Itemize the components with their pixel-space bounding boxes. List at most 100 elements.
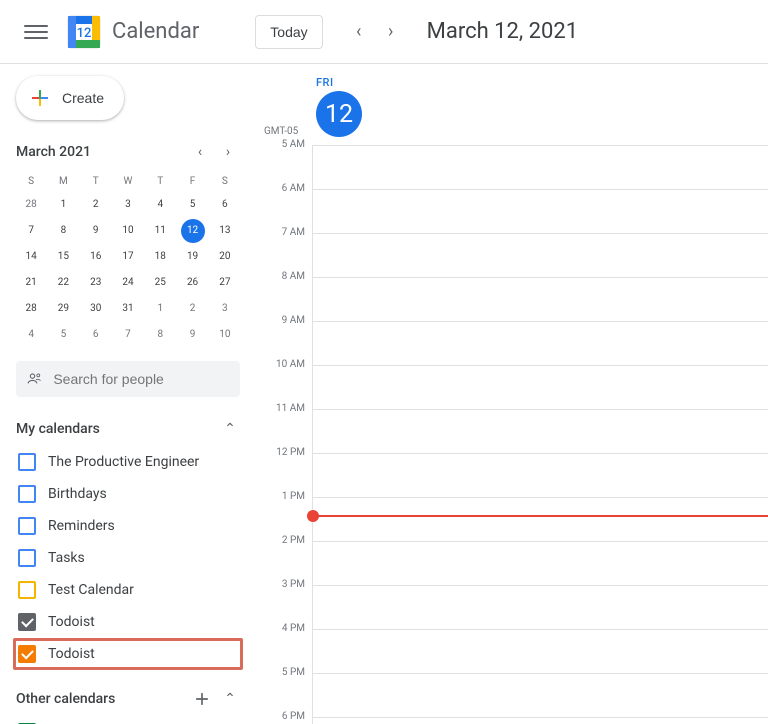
hour-row[interactable]: 10 AM [313, 365, 768, 409]
prev-period-button[interactable]: ‹ [343, 16, 375, 48]
mini-day[interactable]: 6 [84, 323, 108, 347]
hour-label: 7 AM [265, 227, 305, 238]
hour-row[interactable]: 5 PM [313, 673, 768, 717]
calendar-item[interactable]: Reminders [16, 513, 240, 539]
calendar-checkbox[interactable] [18, 645, 36, 663]
hour-label: 8 AM [265, 271, 305, 282]
mini-day[interactable]: 31 [116, 297, 140, 321]
hour-row[interactable]: 9 AM [313, 321, 768, 365]
calendar-label: Todoist [48, 614, 95, 630]
hour-row[interactable]: 8 AM [313, 277, 768, 321]
mini-day[interactable]: 7 [116, 323, 140, 347]
hour-row[interactable]: 12 PM [313, 453, 768, 497]
mini-next-month[interactable]: › [216, 140, 240, 164]
mini-day[interactable]: 2 [84, 193, 108, 217]
my-calendars-header[interactable]: My calendars ⌃ [16, 415, 240, 443]
mini-day[interactable]: 28 [19, 193, 43, 217]
current-date-title: March 12, 2021 [427, 19, 579, 44]
mini-day[interactable]: 18 [148, 245, 172, 269]
today-button[interactable]: Today [255, 15, 322, 49]
mini-day[interactable]: 16 [84, 245, 108, 269]
mini-day[interactable]: 10 [116, 219, 140, 243]
calendar-item[interactable]: Todoist [16, 609, 240, 635]
calendar-checkbox[interactable] [18, 453, 36, 471]
calendar-checkbox[interactable] [18, 581, 36, 599]
mini-day[interactable]: 3 [116, 193, 140, 217]
mini-day[interactable]: 23 [84, 271, 108, 295]
calendar-item[interactable]: Birthdays [16, 481, 240, 507]
mini-day[interactable]: 22 [51, 271, 75, 295]
calendar-label: Tasks [48, 550, 85, 566]
mini-day[interactable]: 15 [51, 245, 75, 269]
hour-row[interactable]: 5 AM [313, 145, 768, 189]
mini-day[interactable]: 7 [19, 219, 43, 243]
current-time-dot [307, 510, 319, 522]
mini-day[interactable]: 12 [181, 219, 205, 243]
hour-row[interactable]: 3 PM [313, 585, 768, 629]
mini-day[interactable]: 25 [148, 271, 172, 295]
day-number-badge[interactable]: 12 [316, 91, 362, 137]
hour-row[interactable]: 11 AM [313, 409, 768, 453]
mini-day[interactable]: 8 [51, 219, 75, 243]
hour-grid[interactable]: 5 AM6 AM7 AM8 AM9 AM10 AM11 AM12 PM1 PM2… [312, 145, 768, 724]
mini-day[interactable]: 2 [181, 297, 205, 321]
mini-day[interactable]: 8 [148, 323, 172, 347]
mini-day[interactable]: 9 [181, 323, 205, 347]
calendar-checkbox[interactable] [18, 485, 36, 503]
mini-day[interactable]: 3 [213, 297, 237, 321]
calendar-label: Test Calendar [48, 582, 134, 598]
mini-day[interactable]: 11 [148, 219, 172, 243]
menu-icon[interactable] [16, 12, 56, 52]
create-button[interactable]: Create [16, 76, 124, 120]
search-input[interactable] [53, 371, 230, 387]
mini-day[interactable]: 14 [19, 245, 43, 269]
mini-day[interactable]: 29 [51, 297, 75, 321]
next-period-button[interactable]: › [375, 16, 407, 48]
mini-day[interactable]: 30 [84, 297, 108, 321]
mini-day[interactable]: 1 [51, 193, 75, 217]
mini-day[interactable]: 5 [181, 193, 205, 217]
hour-row[interactable]: 1 PM [313, 497, 768, 541]
mini-day[interactable]: 4 [19, 323, 43, 347]
calendar-logo-icon: 12 [64, 12, 104, 52]
mini-day[interactable]: 4 [148, 193, 172, 217]
hour-row[interactable]: 4 PM [313, 629, 768, 673]
mini-prev-month[interactable]: ‹ [188, 140, 212, 164]
mini-day[interactable]: 13 [213, 219, 237, 243]
hour-row[interactable]: 6 PM [313, 717, 768, 724]
add-calendar-icon[interactable] [192, 689, 212, 709]
mini-day[interactable]: 10 [213, 323, 237, 347]
calendar-checkbox[interactable] [18, 613, 36, 631]
mini-day[interactable]: 5 [51, 323, 75, 347]
hour-label: 5 AM [265, 139, 305, 150]
mini-day[interactable]: 24 [116, 271, 140, 295]
calendar-checkbox[interactable] [18, 549, 36, 567]
hour-label: 6 PM [265, 711, 305, 722]
other-calendars-header[interactable]: Other calendars ⌃ [16, 685, 240, 713]
mini-day[interactable]: 19 [181, 245, 205, 269]
mini-calendar-title: March 2021 [16, 144, 91, 160]
hour-row[interactable]: 6 AM [313, 189, 768, 233]
mini-day[interactable]: 27 [213, 271, 237, 295]
mini-day[interactable]: 17 [116, 245, 140, 269]
calendar-item[interactable]: Todoist [13, 638, 243, 670]
search-people[interactable] [16, 361, 240, 397]
mini-day[interactable]: 28 [19, 297, 43, 321]
mini-day[interactable]: 21 [19, 271, 43, 295]
hour-row[interactable]: 2 PM [313, 541, 768, 585]
calendar-item[interactable]: Tasks [16, 545, 240, 571]
mini-day[interactable]: 6 [213, 193, 237, 217]
calendar-item[interactable]: The Productive Engineer [16, 449, 240, 475]
calendar-item[interactable]: Holidays in United States [16, 719, 240, 724]
mini-day[interactable]: 1 [148, 297, 172, 321]
mini-dow: M [48, 172, 78, 191]
hour-label: 1 PM [265, 491, 305, 502]
mini-day[interactable]: 9 [84, 219, 108, 243]
mini-day[interactable]: 26 [181, 271, 205, 295]
calendar-checkbox[interactable] [18, 517, 36, 535]
current-time-indicator [313, 515, 768, 517]
hour-row[interactable]: 7 AM [313, 233, 768, 277]
mini-day[interactable]: 20 [213, 245, 237, 269]
app-logo[interactable]: 12 Calendar [64, 12, 199, 52]
calendar-item[interactable]: Test Calendar [16, 577, 240, 603]
